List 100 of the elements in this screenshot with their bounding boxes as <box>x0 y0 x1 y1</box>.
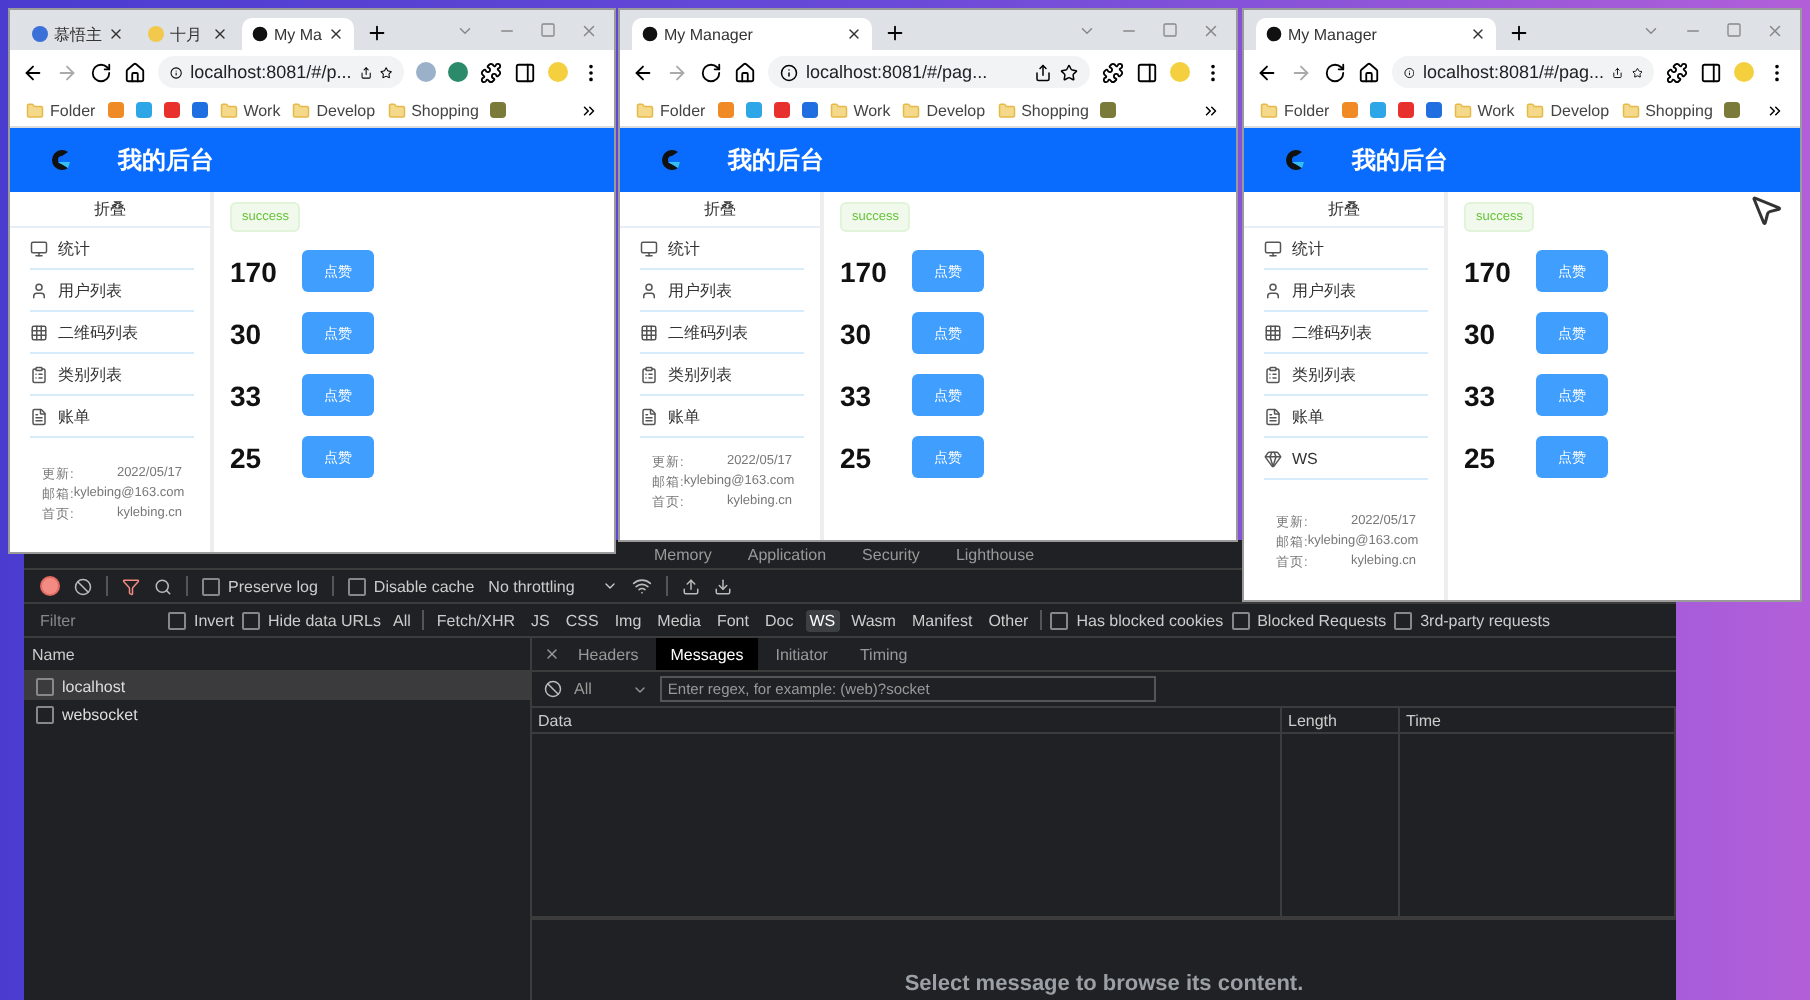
new-tab-icon[interactable] <box>1508 22 1530 44</box>
filter-field[interactable]: Filter <box>40 611 160 629</box>
back-icon[interactable] <box>632 61 654 83</box>
detail-tab[interactable]: Initiator <box>761 638 842 670</box>
pin-icon[interactable] <box>163 102 180 118</box>
type-filter[interactable]: JS <box>527 609 554 631</box>
bookmark[interactable]: Folder <box>636 101 706 119</box>
collapse-toggle[interactable]: 折叠 <box>1244 192 1444 228</box>
side-panel-icon[interactable] <box>514 61 536 83</box>
download-icon[interactable] <box>714 577 733 595</box>
browser-tab[interactable]: 慕悟主 <box>22 18 134 50</box>
menu-item[interactable]: WS <box>1264 438 1428 480</box>
bookmark[interactable]: Folder <box>26 101 96 119</box>
browser-tab[interactable]: 十月 <box>138 18 238 50</box>
message-type-select[interactable]: All <box>574 680 648 698</box>
bookmark[interactable]: Folder <box>1260 101 1330 119</box>
browser-tab[interactable]: My Ma <box>242 18 354 50</box>
panel-tab[interactable]: Application <box>747 546 827 568</box>
star-icon[interactable] <box>1060 63 1078 81</box>
collapse-toggle[interactable]: 折叠 <box>620 192 820 228</box>
type-filter[interactable]: Img <box>610 609 646 631</box>
type-filter[interactable]: Media <box>653 609 705 631</box>
type-filter[interactable]: Wasm <box>847 609 900 631</box>
panel-tab[interactable]: Lighthouse <box>955 546 1035 568</box>
type-filter[interactable]: Manifest <box>907 609 977 631</box>
type-filter[interactable]: Font <box>712 609 753 631</box>
detail-tab[interactable]: Timing <box>845 638 922 670</box>
bookmark[interactable]: Shopping <box>997 101 1089 119</box>
back-icon[interactable] <box>22 61 44 83</box>
bookmark[interactable]: Develop <box>292 101 376 119</box>
menu-item[interactable]: 统计 <box>1264 228 1428 270</box>
menu-item[interactable]: 统计 <box>30 228 194 270</box>
side-panel-icon[interactable] <box>1136 61 1158 83</box>
share-icon[interactable] <box>1612 63 1624 81</box>
grid-app-icon[interactable] <box>490 102 507 118</box>
checkbox[interactable]: Invert <box>168 611 235 629</box>
request-row[interactable]: localhost <box>24 672 530 700</box>
grid-app-icon[interactable] <box>1100 102 1117 118</box>
menu-item[interactable]: 账单 <box>1264 396 1428 438</box>
back-icon[interactable] <box>1256 61 1278 83</box>
puzzle-icon[interactable] <box>1666 61 1688 83</box>
menu-item[interactable]: 类别列表 <box>640 354 804 396</box>
upload-icon[interactable] <box>682 577 701 595</box>
app-icon[interactable] <box>191 102 208 118</box>
menu-item[interactable]: 用户列表 <box>640 270 804 312</box>
close-icon[interactable] <box>108 26 124 42</box>
wifi-icon[interactable] <box>632 576 653 596</box>
menu-item[interactable]: 二维码列表 <box>640 312 804 354</box>
checkbox[interactable]: Has blocked cookies <box>1050 611 1224 629</box>
new-tab-icon[interactable] <box>884 22 906 44</box>
home-icon[interactable] <box>124 61 146 83</box>
bookmark[interactable]: Develop <box>902 101 986 119</box>
menu-item[interactable]: 二维码列表 <box>1264 312 1428 354</box>
home-icon[interactable] <box>734 61 756 83</box>
pin-icon[interactable] <box>773 102 790 118</box>
close-icon[interactable] <box>328 26 344 42</box>
tv-icon[interactable] <box>745 102 762 118</box>
close-icon[interactable] <box>1470 26 1486 42</box>
bookmark[interactable]: Work <box>219 101 281 119</box>
detail-tab[interactable]: Headers <box>564 638 653 670</box>
bookmark[interactable]: Work <box>1453 101 1515 119</box>
type-filter[interactable]: All <box>389 609 415 631</box>
panel-tab[interactable]: Memory <box>654 546 712 568</box>
request-row[interactable]: websocket <box>24 700 530 728</box>
reload-icon[interactable] <box>1324 61 1346 83</box>
menu-item[interactable]: 二维码列表 <box>30 312 194 354</box>
share-icon[interactable] <box>1034 63 1052 81</box>
menu-item[interactable]: 用户列表 <box>30 270 194 312</box>
close-icon[interactable] <box>846 26 862 42</box>
close-icon[interactable] <box>544 646 560 662</box>
share-icon[interactable] <box>359 63 372 81</box>
browser-tab[interactable]: My Manager <box>632 18 872 50</box>
close-icon[interactable] <box>212 26 228 42</box>
record-icon[interactable] <box>40 576 60 596</box>
type-filter[interactable]: Other <box>984 609 1033 631</box>
bookmark[interactable]: Shopping <box>1621 101 1713 119</box>
home-icon[interactable] <box>1358 61 1380 83</box>
collapse-toggle[interactable]: 折叠 <box>10 192 210 228</box>
type-filter[interactable]: WS <box>805 609 840 631</box>
address-bar[interactable]: localhost:8081/#/pag... <box>1392 56 1654 88</box>
bookmark[interactable]: Develop <box>1526 101 1610 119</box>
checkbox[interactable]: Disable cache <box>347 577 475 595</box>
pin-icon[interactable] <box>1397 102 1414 118</box>
bookmark[interactable]: Work <box>829 101 891 119</box>
menu-item[interactable]: 类别列表 <box>30 354 194 396</box>
search-icon[interactable] <box>154 577 172 595</box>
bookmark[interactable]: Shopping <box>387 101 479 119</box>
more-bookmarks-icon[interactable] <box>1202 101 1220 119</box>
type-filter[interactable]: Doc <box>760 609 798 631</box>
type-filter[interactable]: Fetch/XHR <box>432 609 520 631</box>
tv-icon[interactable] <box>135 102 152 118</box>
app-icon[interactable] <box>1425 102 1442 118</box>
more-bookmarks-icon[interactable] <box>1766 101 1784 119</box>
tv-icon[interactable] <box>1369 102 1386 118</box>
clear-icon[interactable] <box>74 577 92 595</box>
star-icon[interactable] <box>379 63 392 81</box>
reload-icon[interactable] <box>700 61 722 83</box>
panel-tab[interactable]: Security <box>862 546 920 568</box>
menu-item[interactable]: 账单 <box>640 396 804 438</box>
throttling-select[interactable]: No throttling <box>488 577 619 595</box>
